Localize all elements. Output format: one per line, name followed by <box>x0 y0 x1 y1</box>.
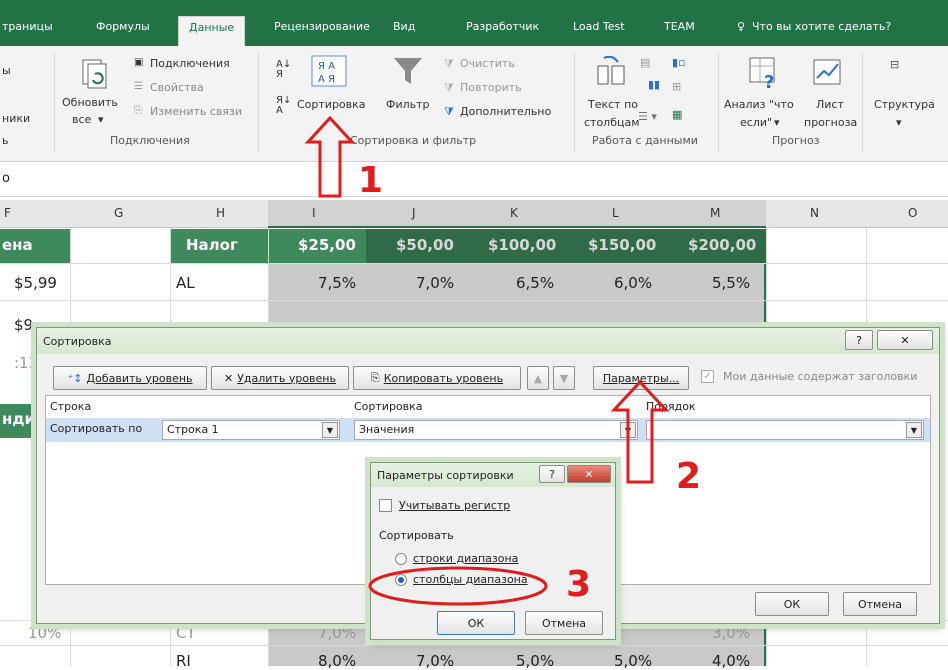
annotation-step-1: 1 <box>358 160 384 201</box>
arrow-2-icon <box>610 379 670 484</box>
annotation-step-2: 2 <box>676 456 702 497</box>
arrow-1-icon <box>304 115 356 198</box>
annotation-step-3: 3 <box>566 564 592 605</box>
annotation-overlay <box>304 115 670 606</box>
highlight-ellipse-icon <box>368 566 548 606</box>
